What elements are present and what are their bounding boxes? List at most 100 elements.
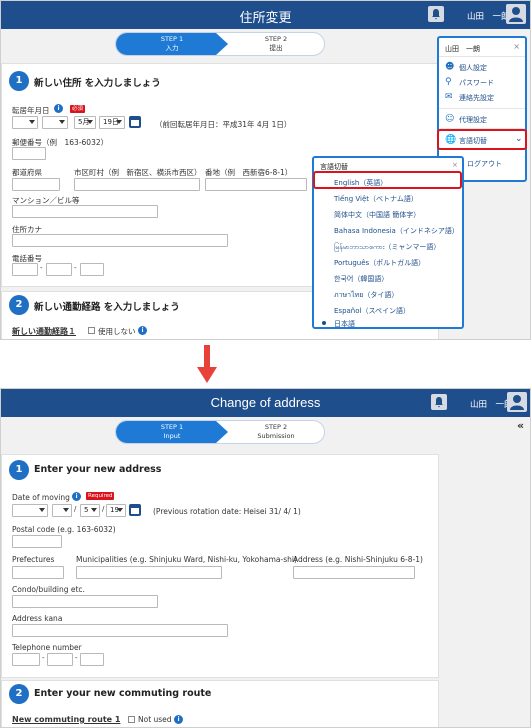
telephone-input-1[interactable] — [12, 653, 40, 666]
menu-user-name: 山田 一朗 — [445, 45, 480, 53]
not-used-label: Not used — [138, 715, 172, 724]
avatar-icon[interactable] — [506, 4, 526, 24]
divider — [439, 56, 525, 57]
day-select[interactable]: 19日 — [99, 116, 125, 129]
day-select[interactable]: 19 — [106, 504, 126, 517]
app-header: 住所変更 山田 一朗 — [1, 1, 530, 29]
not-used-checkbox[interactable] — [128, 716, 135, 723]
collapse-icon[interactable]: « — [517, 419, 524, 432]
telephone-input-2[interactable] — [46, 263, 72, 276]
commute-section: 2 Enter your new commuting route New com… — [1, 680, 439, 727]
menu-personal-settings[interactable]: 個人設定 — [459, 63, 487, 73]
route-label: New commuting route 1 — [12, 715, 121, 724]
address-input[interactable] — [293, 566, 415, 579]
lang-option-indonesian[interactable]: Bahasa Indonesia（インドネシア語） — [334, 226, 459, 236]
page-title: 住所変更 — [239, 10, 292, 25]
dash: - — [74, 264, 77, 272]
year-select[interactable] — [42, 116, 68, 129]
lang-option-portuguese[interactable]: Português（ポルトガル語） — [334, 258, 425, 268]
step-1: STEP 1 入力 — [116, 33, 228, 55]
close-icon[interactable]: × — [452, 161, 458, 169]
telephone-label: Telephone number — [12, 643, 82, 652]
telephone-input-2[interactable] — [47, 653, 73, 666]
required-badge: Required — [86, 492, 115, 500]
not-used-label: 使用しない — [98, 327, 136, 336]
year-era-select[interactable] — [12, 116, 38, 129]
step-indicator: STEP 1 入力 STEP 2 提出 — [115, 32, 325, 56]
route-label: 新しい通勤経路１ — [12, 327, 76, 336]
kana-input[interactable] — [12, 624, 228, 637]
selected-dot-icon — [322, 321, 326, 325]
address-label: 番地（例 西新宿6-8-1） — [205, 168, 293, 177]
condo-input[interactable] — [12, 205, 158, 218]
address-label: Address (e.g. Nishi-Shinjuku 6-8-1) — [293, 555, 423, 564]
kana-label: Address kana — [12, 614, 63, 623]
menu-logout[interactable]: ログアウト — [467, 159, 502, 169]
lang-option-thai[interactable]: ภาษาไทย（タイ語） — [334, 290, 398, 301]
condo-label: Condo/building etc. — [12, 585, 85, 594]
postal-input[interactable] — [12, 535, 62, 548]
city-input[interactable] — [76, 566, 222, 579]
kana-input[interactable] — [12, 234, 228, 247]
slash: / — [74, 505, 77, 513]
step-indicator: STEP 1 Input STEP 2 Submission — [115, 420, 325, 444]
info-icon[interactable]: i — [72, 492, 81, 501]
step-1-sub: Input — [163, 432, 181, 440]
close-icon[interactable]: × — [513, 42, 520, 51]
prefecture-label: Prefectures — [12, 555, 55, 564]
slash: / — [102, 505, 105, 513]
section-number: 2 — [9, 295, 29, 315]
month-select[interactable]: 5月 — [74, 116, 96, 129]
month-value: 5 — [84, 506, 89, 514]
calendar-icon[interactable] — [129, 116, 141, 128]
user-name[interactable]: 山田 一朗 — [467, 10, 510, 22]
postal-input[interactable] — [12, 147, 46, 160]
page-title: Change of address — [210, 395, 321, 410]
info-icon[interactable]: i — [138, 326, 147, 335]
highlight-language-switch — [437, 129, 527, 150]
step-2-sub: Submission — [257, 432, 295, 440]
info-icon[interactable]: i — [54, 104, 63, 113]
avatar-icon[interactable] — [507, 392, 527, 412]
dash: - — [75, 654, 78, 662]
step-2-label: STEP 2 — [264, 35, 288, 43]
lang-option-korean[interactable]: 한국어（韓国語） — [334, 274, 388, 284]
section-number: 2 — [9, 684, 29, 704]
not-used-checkbox[interactable] — [88, 327, 95, 334]
calendar-icon[interactable] — [129, 504, 141, 516]
city-input[interactable] — [74, 178, 200, 191]
menu-password[interactable]: パスワード — [459, 78, 494, 88]
address-input[interactable] — [205, 178, 307, 191]
prefecture-input[interactable] — [12, 178, 60, 191]
step-2-label: STEP 2 — [264, 423, 288, 431]
lang-option-japanese[interactable]: 日本語 — [334, 319, 355, 329]
menu-contact-settings[interactable]: 連絡先設定 — [459, 93, 494, 103]
app-header: Change of address 山田 一朗 — [1, 389, 530, 417]
month-select[interactable]: 5 — [80, 504, 100, 517]
contact-icon: ✉ — [445, 92, 453, 102]
prefecture-label: 都道府県 — [12, 168, 42, 177]
lang-option-spanish[interactable]: Español（スペイン語） — [334, 306, 410, 316]
lang-option-chinese[interactable]: 简体中文（中国語 簡体字） — [334, 210, 420, 220]
year-select[interactable] — [52, 504, 72, 517]
bell-icon[interactable] — [431, 394, 447, 410]
step-1: STEP 1 Input — [116, 421, 228, 443]
move-date-label: Date of moving — [12, 493, 70, 502]
telephone-input-3[interactable] — [80, 263, 104, 276]
bell-icon[interactable] — [428, 6, 444, 22]
step-1-label: STEP 1 — [160, 423, 184, 431]
section-number: 1 — [9, 460, 29, 480]
lang-option-myanmar[interactable]: မြန်မာဘာသာစကား（ミャンマー語） — [334, 242, 440, 253]
year-era-select[interactable] — [12, 504, 48, 517]
menu-proxy-settings[interactable]: 代理設定 — [459, 115, 487, 125]
prefecture-input[interactable] — [12, 566, 64, 579]
english-screen: Change of address 山田 一朗 « STEP 1 Input ST… — [0, 388, 531, 728]
city-label: Municipalities (e.g. Shinjuku Ward, Nish… — [76, 555, 297, 564]
lang-option-vietnamese[interactable]: Tiếng Việt（ベトナム語） — [334, 194, 418, 204]
telephone-input-1[interactable] — [12, 263, 38, 276]
telephone-input-3[interactable] — [80, 653, 104, 666]
divider — [439, 108, 525, 109]
step-2-sub: 提出 — [269, 44, 283, 52]
condo-input[interactable] — [12, 595, 158, 608]
info-icon[interactable]: i — [174, 715, 183, 724]
